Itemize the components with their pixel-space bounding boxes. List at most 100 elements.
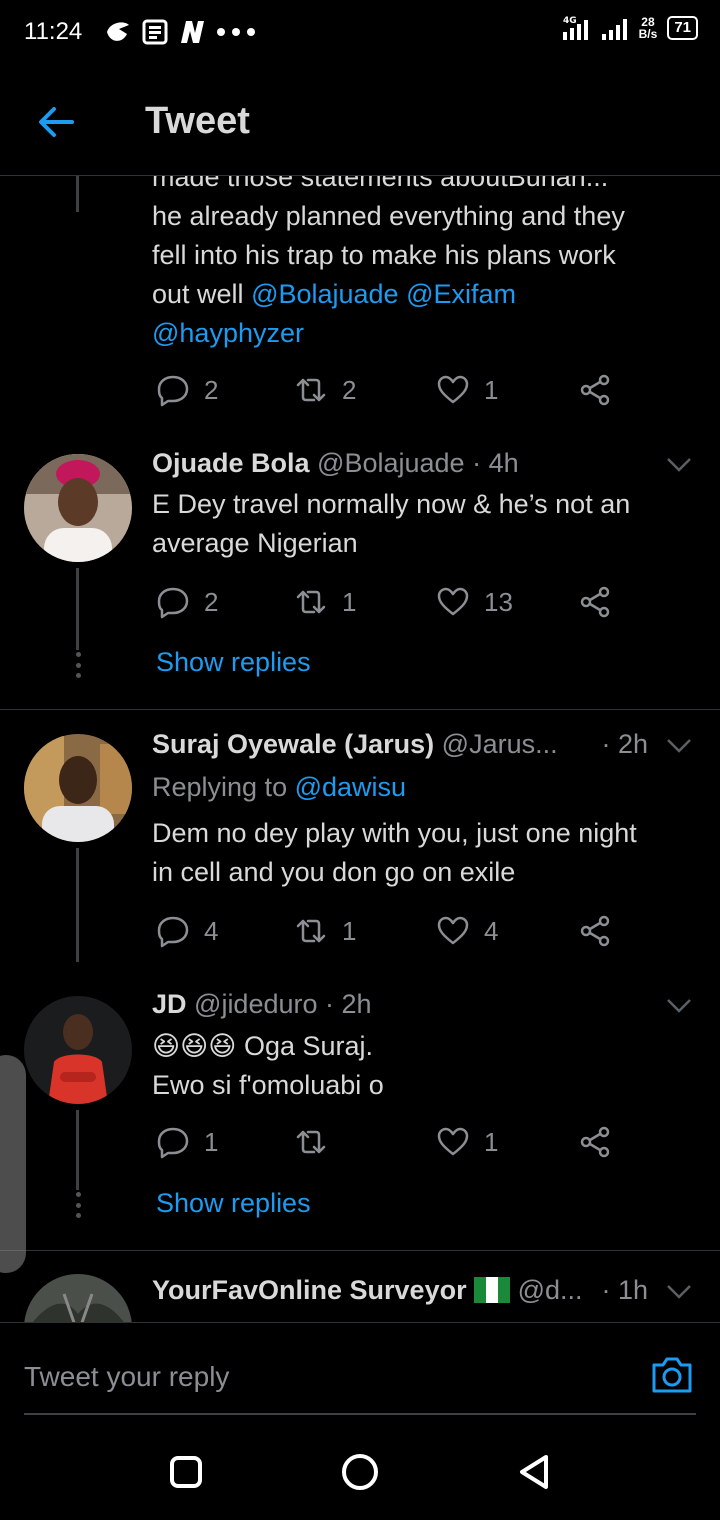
- tweet-text-line: average Nigerian: [152, 528, 358, 558]
- mention-link[interactable]: @hayphyzer: [152, 318, 304, 348]
- signal-icon: [601, 19, 627, 40]
- share-button[interactable]: [578, 370, 612, 410]
- tweet-actions: 4 1 4: [152, 911, 622, 951]
- tweet-text-line: in cell and you don go on exile: [152, 857, 516, 887]
- retweet-icon: [296, 919, 326, 943]
- text-segment: Oga Suraj.: [243, 1031, 374, 1061]
- tweet-text-line: @hayphyzer: [152, 314, 692, 353]
- network-label: 4G: [563, 16, 577, 26]
- share-icon: [580, 915, 610, 947]
- retweet-button[interactable]: 2: [294, 370, 356, 410]
- show-replies-link[interactable]: Show replies: [156, 647, 311, 678]
- heart-icon: [437, 587, 469, 616]
- back-arrow-icon[interactable]: [36, 102, 76, 142]
- like-button[interactable]: 4: [436, 911, 498, 951]
- edge-panel-handle[interactable]: [0, 1055, 26, 1273]
- retweet-icon: [296, 378, 326, 402]
- author-handle[interactable]: @Bolajuade: [317, 448, 465, 478]
- reply-icon: [157, 1127, 189, 1159]
- mention-link[interactable]: @Exifam: [406, 279, 516, 309]
- show-replies-link[interactable]: Show replies: [156, 1188, 311, 1219]
- signal-4g-icon: 4G: [562, 16, 588, 40]
- retweet-button[interactable]: 1: [294, 911, 356, 951]
- author-name[interactable]: Ojuade Bola: [152, 448, 310, 478]
- avatar[interactable]: [24, 454, 132, 562]
- thread-dots: [74, 1192, 82, 1218]
- share-button[interactable]: [578, 911, 612, 951]
- tweet-text: E Dey travel normally now & he’s not an …: [152, 485, 692, 563]
- more-notifications-icon: [217, 28, 255, 36]
- system-nav-bar: [0, 1422, 720, 1520]
- retweet-count: 1: [342, 586, 357, 617]
- network-speed: 28 B/s: [639, 16, 658, 40]
- author-name[interactable]: Suraj Oyewale (Jarus): [152, 729, 434, 759]
- home-icon[interactable]: [340, 1452, 380, 1492]
- author-handle[interactable]: @d...: [518, 1275, 583, 1305]
- tweet-text-line: fell into his trap to make his plans wor…: [152, 240, 616, 270]
- retweet-icon: [296, 1130, 326, 1154]
- like-count: 1: [484, 374, 499, 405]
- avatar[interactable]: [24, 734, 132, 842]
- status-time: 11:24: [24, 18, 83, 45]
- reply-button[interactable]: 2: [156, 582, 218, 622]
- avatar[interactable]: [24, 996, 132, 1104]
- news-icon: [142, 19, 168, 45]
- mention-link[interactable]: @Bolajuade: [251, 279, 399, 309]
- tweet-text: made those statements aboutBuhari... he …: [152, 176, 692, 353]
- reply-icon: [157, 375, 189, 407]
- share-icon: [580, 374, 610, 406]
- reply-composer: Tweet your reply: [0, 1322, 720, 1422]
- author-handle[interactable]: @Jarus...: [442, 729, 558, 759]
- tweet-time: · 1h: [601, 1275, 648, 1305]
- reply-button[interactable]: 2: [156, 370, 218, 410]
- author-name[interactable]: JD: [152, 989, 187, 1019]
- tweet-header: JD @jideduro · 2h: [152, 989, 692, 1025]
- battery-icon: 71: [667, 16, 698, 40]
- retweet-button[interactable]: 1: [294, 582, 356, 622]
- conversation-feed[interactable]: made those statements aboutBuhari... he …: [0, 176, 720, 1322]
- like-button[interactable]: 1: [436, 1122, 498, 1162]
- reply-input[interactable]: Tweet your reply: [24, 1361, 229, 1393]
- chevron-down-icon[interactable]: [666, 1284, 692, 1300]
- reply-icon: [157, 587, 189, 619]
- tweet-text: 😆😆😆 Oga Suraj. Ewo si f'omoluabi o: [152, 1027, 692, 1105]
- reply-count: 1: [204, 1126, 219, 1157]
- recent-apps-icon[interactable]: [166, 1452, 206, 1492]
- retweet-icon: [296, 590, 326, 614]
- retweet-button[interactable]: [294, 1122, 342, 1162]
- back-triangle-icon[interactable]: [514, 1452, 554, 1492]
- replying-to-mention[interactable]: @dawisu: [295, 772, 406, 802]
- reply-icon: [157, 916, 189, 948]
- avatar-photo: [24, 734, 132, 842]
- camera-icon[interactable]: [650, 1355, 694, 1395]
- divider: [0, 1250, 720, 1251]
- avatar[interactable]: [24, 1274, 132, 1322]
- share-button[interactable]: [578, 1122, 612, 1162]
- n-app-icon: [181, 21, 204, 43]
- tweet-text-line: 😆😆😆 Oga Suraj.: [152, 1027, 692, 1066]
- reply-count: 2: [204, 586, 219, 617]
- thread-line: [76, 848, 79, 962]
- author-handle[interactable]: @jideduro: [194, 989, 317, 1019]
- reply-button[interactable]: 4: [156, 911, 218, 951]
- avatar-photo: [24, 996, 132, 1104]
- share-icon: [580, 1126, 610, 1158]
- like-button[interactable]: 13: [436, 582, 513, 622]
- chevron-down-icon[interactable]: [666, 457, 692, 473]
- like-button[interactable]: 1: [436, 370, 498, 410]
- reply-button[interactable]: 1: [156, 1122, 218, 1162]
- emoji-laughing: 😆😆😆: [152, 1031, 237, 1061]
- heart-icon: [437, 375, 469, 404]
- speed-unit: B/s: [638, 27, 658, 41]
- author-name[interactable]: YourFavOnline Surveyor: [152, 1275, 467, 1305]
- thread-line: [76, 176, 79, 212]
- chevron-down-icon[interactable]: [666, 738, 692, 754]
- top-app-bar: Tweet: [0, 64, 720, 176]
- tweet-actions: 2 1 13: [152, 582, 622, 622]
- heart-icon: [437, 1127, 469, 1156]
- chevron-down-icon[interactable]: [666, 998, 692, 1014]
- share-button[interactable]: [578, 582, 612, 622]
- reply-count: 2: [204, 374, 219, 405]
- thread-line: [76, 1110, 79, 1190]
- retweet-count: 2: [342, 374, 357, 405]
